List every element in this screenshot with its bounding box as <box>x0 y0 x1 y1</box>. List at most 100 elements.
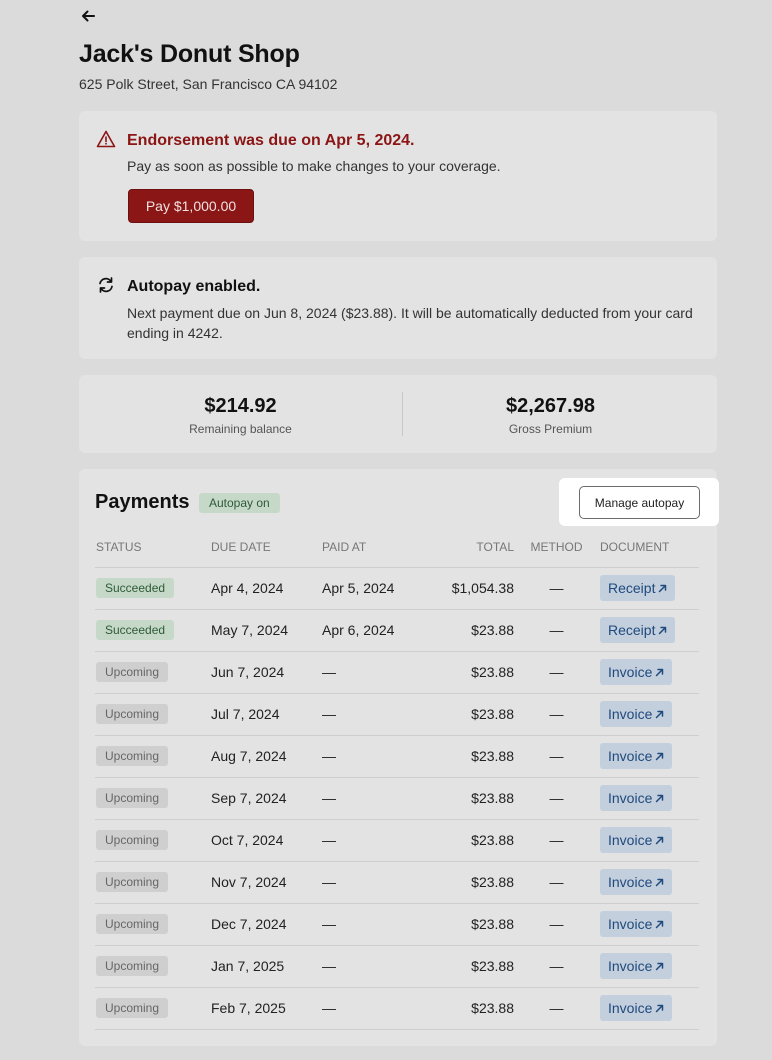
autopay-body: Next payment due on Jun 8, 2024 ($23.88)… <box>127 305 693 341</box>
due-date-cell: Jun 7, 2024 <box>211 651 322 694</box>
external-link-arrow-icon <box>656 836 664 844</box>
document-link-label: Receipt <box>608 622 656 638</box>
due-date-cell: Aug 7, 2024 <box>211 735 322 778</box>
table-row: Upcoming Oct 7, 2024— $23.88— Invoice <box>95 819 699 862</box>
document-link-label: Invoice <box>608 1000 653 1016</box>
document-link[interactable]: Invoice <box>600 995 673 1021</box>
due-date-cell: Apr 4, 2024 <box>211 567 322 610</box>
paid-at-cell: — <box>322 819 422 862</box>
document-link[interactable]: Invoice <box>600 827 673 853</box>
external-link-arrow-icon <box>656 1004 664 1012</box>
method-cell: — <box>514 777 599 820</box>
status-badge: Succeeded <box>96 578 175 598</box>
document-link[interactable]: Receipt <box>600 617 676 643</box>
document-cell: Invoice <box>599 945 699 988</box>
status-badge: Upcoming <box>96 704 169 724</box>
document-cell: Invoice <box>599 861 699 904</box>
document-link[interactable]: Invoice <box>600 911 673 937</box>
paid-at-cell: — <box>322 735 422 778</box>
due-date-cell: Nov 7, 2024 <box>211 861 322 904</box>
status-cell: Upcoming <box>95 945 211 988</box>
document-link[interactable]: Invoice <box>600 659 673 685</box>
external-link-arrow-icon <box>656 668 664 676</box>
document-link[interactable]: Invoice <box>600 869 673 895</box>
due-date-cell: Sep 7, 2024 <box>211 777 322 820</box>
method-cell: — <box>514 693 599 736</box>
status-cell: Upcoming <box>95 777 211 820</box>
table-row: Upcoming Aug 7, 2024— $23.88— Invoice <box>95 735 699 778</box>
alert-body: Pay as soon as possible to make changes … <box>127 158 501 174</box>
alert-heading: Endorsement was due on Apr 5, 2024. <box>127 132 415 149</box>
autopay-notice: Autopay enabled. Next payment due on Jun… <box>79 257 717 359</box>
remaining-balance-stat: $214.92 Remaining balance <box>79 375 402 453</box>
external-link-arrow-icon <box>659 626 667 634</box>
total-cell: $23.88 <box>422 987 514 1030</box>
status-cell: Upcoming <box>95 819 211 862</box>
method-cell: — <box>514 861 599 904</box>
document-cell: Invoice <box>599 651 699 694</box>
document-cell: Invoice <box>599 903 699 946</box>
page: Jack's Donut Shop 625 Polk Street, San F… <box>0 0 772 1060</box>
paid-at-cell: — <box>322 945 422 988</box>
total-cell: $23.88 <box>422 651 514 694</box>
table-row: Succeeded May 7, 2024 Apr 6, 2024 $23.88— Re… <box>95 609 699 652</box>
table-row: Upcoming Jul 7, 2024— $23.88— Invoice <box>95 693 699 736</box>
total-cell: $23.88 <box>422 945 514 988</box>
autopay-badge: Autopay on <box>199 493 280 513</box>
paid-at-cell: — <box>322 861 422 904</box>
table-header-row: STATUS DUE DATE PAID AT TOTAL METHOD DOC… <box>95 527 699 568</box>
paid-at-cell: — <box>322 987 422 1030</box>
document-link[interactable]: Invoice <box>600 743 673 769</box>
payments-table-body: Succeeded Apr 4, 2024 Apr 5, 2024 $1,054.38… <box>95 567 699 1030</box>
status-badge: Succeeded <box>96 620 175 640</box>
method-cell: — <box>514 609 599 652</box>
status-badge: Upcoming <box>96 788 169 808</box>
payments-section: Payments Autopay on Manage autopay STATU… <box>79 469 719 1046</box>
back-button[interactable] <box>78 6 98 26</box>
endorsement-alert: Endorsement was due on Apr 5, 2024. Pay … <box>79 111 717 241</box>
column-header-document: DOCUMENT <box>599 527 699 568</box>
pay-button[interactable]: Pay $1,000.00 <box>128 189 254 223</box>
paid-at-cell: — <box>322 693 422 736</box>
column-header-due-date: DUE DATE <box>211 527 322 568</box>
document-cell: Invoice <box>599 987 699 1030</box>
status-badge: Upcoming <box>96 998 169 1018</box>
document-cell: Invoice <box>599 777 699 820</box>
manage-autopay-button[interactable]: Manage autopay <box>579 486 700 519</box>
method-cell: — <box>514 735 599 778</box>
paid-at-cell: — <box>322 903 422 946</box>
table-row: Upcoming Sep 7, 2024— $23.88— Invoice <box>95 777 699 820</box>
external-link-arrow-icon <box>656 710 664 718</box>
due-date-cell: Feb 7, 2025 <box>211 987 322 1030</box>
external-link-arrow-icon <box>656 962 664 970</box>
external-link-arrow-icon <box>656 920 664 928</box>
gross-premium-value: $2,267.98 <box>506 395 595 417</box>
total-cell: $23.88 <box>422 609 514 652</box>
document-link-label: Invoice <box>608 748 653 764</box>
total-cell: $23.88 <box>422 693 514 736</box>
arrow-left-icon <box>82 10 95 22</box>
document-link-label: Invoice <box>608 664 653 680</box>
document-link[interactable]: Invoice <box>600 953 673 979</box>
document-link-label: Invoice <box>608 916 653 932</box>
table-row: Upcoming Jun 7, 2024— $23.88— Invoice <box>95 651 699 694</box>
method-cell: — <box>514 567 599 610</box>
document-link[interactable]: Invoice <box>600 785 673 811</box>
gross-premium-stat: $2,267.98 Gross Premium <box>389 375 712 453</box>
paid-at-cell: — <box>322 777 422 820</box>
table-row: Upcoming Nov 7, 2024— $23.88— Invoice <box>95 861 699 904</box>
document-link[interactable]: Invoice <box>600 701 673 727</box>
refresh-icon <box>99 277 113 293</box>
autopay-heading: Autopay enabled. <box>127 278 261 295</box>
status-cell: Upcoming <box>95 903 211 946</box>
document-link[interactable]: Receipt <box>600 575 676 601</box>
method-cell: — <box>514 819 599 862</box>
payments-table: STATUS DUE DATE PAID AT TOTAL METHOD DOC… <box>95 527 699 1030</box>
document-link-label: Invoice <box>608 832 653 848</box>
status-cell: Upcoming <box>95 651 211 694</box>
paid-at-cell: Apr 6, 2024 <box>322 609 422 652</box>
status-badge: Upcoming <box>96 662 169 682</box>
external-link-arrow-icon <box>659 584 667 592</box>
manage-autopay-highlight: Manage autopay <box>559 478 719 526</box>
total-cell: $23.88 <box>422 819 514 862</box>
